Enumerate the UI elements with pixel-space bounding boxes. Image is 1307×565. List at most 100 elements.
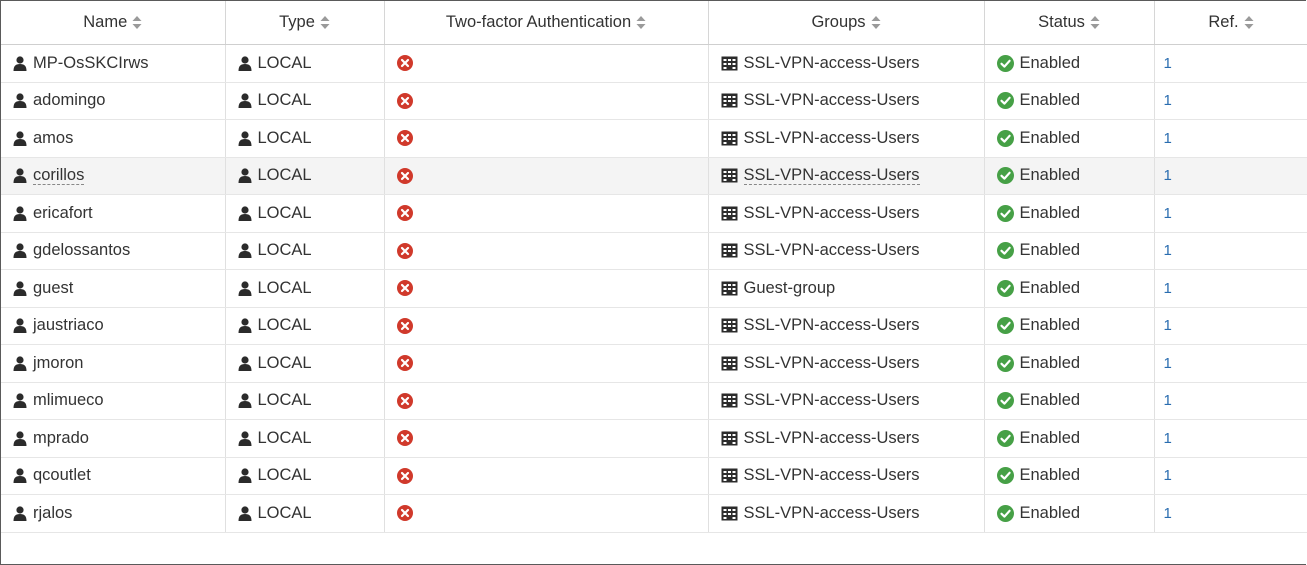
- table-row[interactable]: qcoutlet LOCAL SSL-VPN-access-Users Enab…: [1, 457, 1307, 495]
- x-circle-icon: [396, 430, 413, 447]
- cell-name[interactable]: ericafort: [1, 194, 226, 233]
- cell-name[interactable]: mprado: [1, 419, 226, 458]
- user-name: adomingo: [33, 91, 106, 110]
- table-row[interactable]: adomingo LOCAL SSL-VPN-access-Users Enab…: [1, 82, 1307, 120]
- cell-status: Enabled: [984, 344, 1155, 383]
- cell-name[interactable]: corillos: [1, 157, 226, 195]
- ref-link[interactable]: 1: [1164, 280, 1172, 297]
- table-row[interactable]: mlimueco LOCAL SSL-VPN-access-Users Enab…: [1, 382, 1307, 420]
- cell-groups[interactable]: SSL-VPN-access-Users: [708, 119, 985, 158]
- column-header-groups[interactable]: Groups: [708, 1, 985, 45]
- cell-ref[interactable]: 1: [1154, 44, 1307, 83]
- cell-name[interactable]: guest: [1, 269, 226, 308]
- cell-two-factor: [384, 419, 709, 458]
- table-row[interactable]: rjalos LOCAL SSL-VPN-access-Users Enable…: [1, 494, 1307, 533]
- cell-name[interactable]: jmoron: [1, 344, 226, 383]
- cell-groups[interactable]: SSL-VPN-access-Users: [708, 232, 985, 270]
- ref-link[interactable]: 1: [1164, 242, 1172, 259]
- cell-ref[interactable]: 1: [1154, 382, 1307, 420]
- group-name: SSL-VPN-access-Users: [743, 128, 920, 147]
- column-header-name[interactable]: Name: [1, 1, 226, 45]
- ref-link[interactable]: 1: [1164, 167, 1172, 184]
- group-name: SSL-VPN-access-Users: [743, 353, 920, 372]
- group-name: SSL-VPN-access-Users: [743, 391, 920, 410]
- cell-ref[interactable]: 1: [1154, 307, 1307, 345]
- group-name: Guest-group: [743, 278, 836, 297]
- ref-link[interactable]: 1: [1164, 355, 1172, 372]
- cell-ref[interactable]: 1: [1154, 419, 1307, 458]
- cell-status: Enabled: [984, 494, 1155, 533]
- column-header-ref[interactable]: Ref.: [1154, 1, 1307, 45]
- ref-link[interactable]: 1: [1164, 467, 1172, 484]
- cell-name[interactable]: gdelossantos: [1, 232, 226, 270]
- cell-groups[interactable]: SSL-VPN-access-Users: [708, 307, 985, 345]
- cell-ref[interactable]: 1: [1154, 457, 1307, 495]
- cell-ref[interactable]: 1: [1154, 232, 1307, 270]
- cell-ref[interactable]: 1: [1154, 344, 1307, 383]
- sort-icon[interactable]: [320, 15, 330, 30]
- cell-ref[interactable]: 1: [1154, 82, 1307, 120]
- column-header-two-factor[interactable]: Two-factor Authentication: [384, 1, 709, 45]
- cell-name[interactable]: adomingo: [1, 82, 226, 120]
- user-type: LOCAL: [257, 353, 312, 372]
- status-text: Enabled: [1019, 278, 1081, 297]
- table-row[interactable]: jmoron LOCAL SSL-VPN-access-Users Enable…: [1, 344, 1307, 383]
- cell-ref[interactable]: 1: [1154, 494, 1307, 533]
- cell-ref[interactable]: 1: [1154, 269, 1307, 308]
- table-row[interactable]: corillos LOCAL SSL-VPN-access-Users Enab…: [1, 157, 1307, 195]
- cell-groups[interactable]: SSL-VPN-access-Users: [708, 344, 985, 383]
- cell-type: LOCAL: [225, 457, 385, 495]
- user-icon: [13, 281, 27, 296]
- table-row[interactable]: mprado LOCAL SSL-VPN-access-Users Enable…: [1, 419, 1307, 458]
- group-icon: [721, 93, 738, 108]
- ref-link[interactable]: 1: [1164, 392, 1172, 409]
- cell-ref[interactable]: 1: [1154, 119, 1307, 158]
- table-row[interactable]: amos LOCAL SSL-VPN-access-Users Enabled …: [1, 119, 1307, 158]
- sort-icon[interactable]: [871, 15, 881, 30]
- table-row[interactable]: gdelossantos LOCAL SSL-VPN-access-Users …: [1, 232, 1307, 270]
- user-type: LOCAL: [257, 203, 312, 222]
- sort-icon[interactable]: [1244, 15, 1254, 30]
- cell-ref[interactable]: 1: [1154, 194, 1307, 233]
- cell-name[interactable]: MP-OsSKCIrws: [1, 44, 226, 83]
- ref-link[interactable]: 1: [1164, 55, 1172, 72]
- cell-groups[interactable]: SSL-VPN-access-Users: [708, 44, 985, 83]
- table-row[interactable]: MP-OsSKCIrws LOCAL SSL-VPN-access-Users …: [1, 44, 1307, 83]
- ref-link[interactable]: 1: [1164, 430, 1172, 447]
- sort-icon[interactable]: [636, 15, 646, 30]
- cell-status: Enabled: [984, 82, 1155, 120]
- table-row[interactable]: jaustriaco LOCAL SSL-VPN-access-Users En…: [1, 307, 1307, 345]
- cell-groups[interactable]: SSL-VPN-access-Users: [708, 382, 985, 420]
- column-header-type[interactable]: Type: [225, 1, 385, 45]
- user-icon: [238, 281, 252, 296]
- sort-icon[interactable]: [132, 15, 142, 30]
- status-text: Enabled: [1019, 353, 1081, 372]
- status-text: Enabled: [1019, 316, 1081, 335]
- cell-groups[interactable]: SSL-VPN-access-Users: [708, 157, 985, 195]
- cell-ref[interactable]: 1: [1154, 157, 1307, 195]
- cell-name[interactable]: jaustriaco: [1, 307, 226, 345]
- ref-link[interactable]: 1: [1164, 505, 1172, 522]
- cell-groups[interactable]: Guest-group: [708, 269, 985, 308]
- cell-name[interactable]: rjalos: [1, 494, 226, 533]
- cell-groups[interactable]: SSL-VPN-access-Users: [708, 194, 985, 233]
- cell-groups[interactable]: SSL-VPN-access-Users: [708, 457, 985, 495]
- cell-two-factor: [384, 344, 709, 383]
- cell-name[interactable]: mlimueco: [1, 382, 226, 420]
- ref-link[interactable]: 1: [1164, 130, 1172, 147]
- cell-groups[interactable]: SSL-VPN-access-Users: [708, 82, 985, 120]
- user-name: mprado: [33, 428, 89, 447]
- group-icon: [721, 243, 738, 258]
- ref-link[interactable]: 1: [1164, 317, 1172, 334]
- cell-groups[interactable]: SSL-VPN-access-Users: [708, 494, 985, 533]
- user-name: rjalos: [33, 503, 73, 522]
- cell-name[interactable]: amos: [1, 119, 226, 158]
- table-row[interactable]: guest LOCAL Guest-group Enabled 1: [1, 269, 1307, 308]
- sort-icon[interactable]: [1090, 15, 1100, 30]
- ref-link[interactable]: 1: [1164, 92, 1172, 109]
- cell-name[interactable]: qcoutlet: [1, 457, 226, 495]
- ref-link[interactable]: 1: [1164, 205, 1172, 222]
- cell-groups[interactable]: SSL-VPN-access-Users: [708, 419, 985, 458]
- column-header-status[interactable]: Status: [984, 1, 1155, 45]
- table-row[interactable]: ericafort LOCAL SSL-VPN-access-Users Ena…: [1, 194, 1307, 233]
